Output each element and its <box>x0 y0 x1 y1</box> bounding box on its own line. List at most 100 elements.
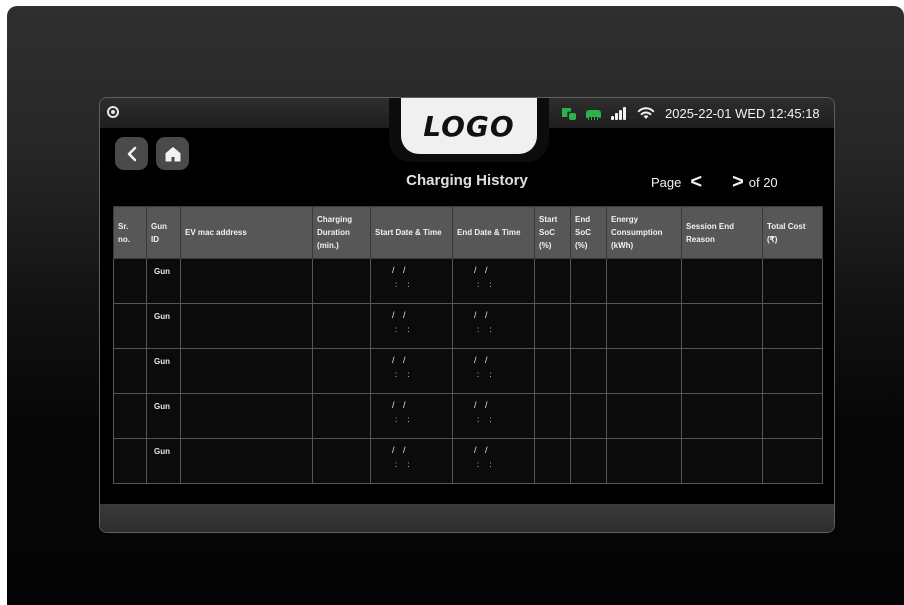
end-datetime-cell: / /: : <box>452 303 535 349</box>
end-soc-cell <box>570 348 607 394</box>
end-reason-cell <box>681 303 763 349</box>
start-soc-cell <box>534 348 571 394</box>
gun-id-cell: Gun <box>146 438 181 484</box>
start-date: / / <box>392 400 409 410</box>
table-row[interactable]: Gun / / : : / / : : <box>113 258 823 304</box>
start-datetime-cell: / / : : <box>370 258 453 304</box>
end-soc-cell <box>570 393 607 439</box>
table-row[interactable]: Gun / /: : / /: : <box>113 348 823 394</box>
table-row[interactable]: Gun / / : : / / : : <box>113 393 823 439</box>
start-time: : : <box>395 460 414 469</box>
cost-cell <box>762 393 823 439</box>
cost-cell <box>762 258 823 304</box>
mac-cell <box>180 258 313 304</box>
gun-id-cell: Gun <box>146 258 181 304</box>
column-header: Session End Reason <box>681 206 763 259</box>
end-time: : : <box>477 280 496 289</box>
plug-status-icon <box>562 106 576 120</box>
logo: LOGO <box>401 98 537 154</box>
mac-cell <box>180 438 313 484</box>
pagination: Page < > of 20 <box>651 170 778 194</box>
end-reason-cell <box>681 258 763 304</box>
power-icon[interactable] <box>107 106 119 118</box>
end-datetime-cell: / / : : <box>452 393 535 439</box>
mac-cell <box>180 393 313 439</box>
column-header: Charging Duration (min.) <box>312 206 371 259</box>
start-date: / / <box>392 310 409 320</box>
cost-cell <box>762 303 823 349</box>
cost-cell <box>762 348 823 394</box>
gun-id-cell: Gun <box>146 393 181 439</box>
end-soc-cell <box>570 258 607 304</box>
column-header: End SoC (%) <box>570 206 607 259</box>
duration-cell <box>312 438 371 484</box>
end-date: / / <box>474 265 491 275</box>
lan-icon <box>586 107 601 120</box>
start-datetime-cell: / / : : <box>370 438 453 484</box>
duration-cell <box>312 258 371 304</box>
table-row[interactable]: Gun / /: : / /: : <box>113 303 823 349</box>
end-time: : : <box>477 415 496 424</box>
start-soc-cell <box>534 393 571 439</box>
next-page-button[interactable]: > <box>732 172 744 192</box>
end-time: : : <box>477 325 496 334</box>
start-soc-cell <box>534 438 571 484</box>
end-date: / / <box>474 400 491 410</box>
end-reason-cell <box>681 438 763 484</box>
home-button[interactable] <box>156 137 189 170</box>
bottom-bar <box>100 504 834 532</box>
logo-text: LOGO <box>423 109 515 143</box>
energy-cell <box>606 258 682 304</box>
end-reason-cell <box>681 348 763 394</box>
column-header: Start SoC (%) <box>534 206 571 259</box>
duration-cell <box>312 393 371 439</box>
end-datetime-cell: / / : : <box>452 348 535 394</box>
start-date: / / <box>392 265 409 275</box>
sr-cell <box>113 438 147 484</box>
column-header: Start Date & Time <box>370 206 453 259</box>
energy-cell <box>606 438 682 484</box>
start-time: : : <box>395 415 414 424</box>
home-icon <box>165 146 180 161</box>
page-label: Page <box>651 174 682 190</box>
gun-id-cell: Gun <box>146 303 181 349</box>
start-time: : : <box>395 280 414 289</box>
device-frame: 2025-22-01 WED 12:45:18 LOGO Charging Hi… <box>7 6 904 605</box>
sr-cell <box>113 393 147 439</box>
chevron-left-icon <box>127 146 136 161</box>
start-date: / / <box>392 445 409 455</box>
end-date: / / <box>474 355 491 365</box>
sr-cell <box>113 348 147 394</box>
sr-cell <box>113 258 147 304</box>
page-total: of 20 <box>748 174 778 190</box>
energy-cell <box>606 303 682 349</box>
start-time: : : <box>395 325 414 334</box>
mac-cell <box>180 348 313 394</box>
start-datetime-cell: / /: : <box>370 348 453 394</box>
end-soc-cell <box>570 303 607 349</box>
column-header: End Date & Time <box>452 206 535 259</box>
start-datetime-cell: / / : : <box>370 303 453 349</box>
back-button[interactable] <box>115 137 148 170</box>
column-header: Energy Consumption (kWh) <box>606 206 682 259</box>
start-datetime-cell: / / : : <box>370 393 453 439</box>
start-soc-cell <box>534 303 571 349</box>
duration-cell <box>312 348 371 394</box>
energy-cell <box>606 348 682 394</box>
mac-cell <box>180 303 313 349</box>
end-reason-cell <box>681 393 763 439</box>
sr-cell <box>113 303 147 349</box>
previous-page-button[interactable]: < <box>690 172 702 192</box>
signal-icon <box>611 106 627 120</box>
end-datetime-cell: / /: : <box>452 438 535 484</box>
charger-screen: 2025-22-01 WED 12:45:18 LOGO Charging Hi… <box>99 97 835 533</box>
start-date: / / <box>392 355 409 365</box>
table-row[interactable]: Gun / /: : / /: : <box>113 438 823 484</box>
end-soc-cell <box>570 438 607 484</box>
end-time: : : <box>477 370 496 379</box>
cost-cell <box>762 438 823 484</box>
status-icons: 2025-22-01 WED 12:45:18 <box>550 104 820 122</box>
end-datetime-cell: / / : : <box>452 258 535 304</box>
datetime: 2025-22-01 WED 12:45:18 <box>665 105 820 121</box>
gun-id-cell: Gun <box>146 348 181 394</box>
